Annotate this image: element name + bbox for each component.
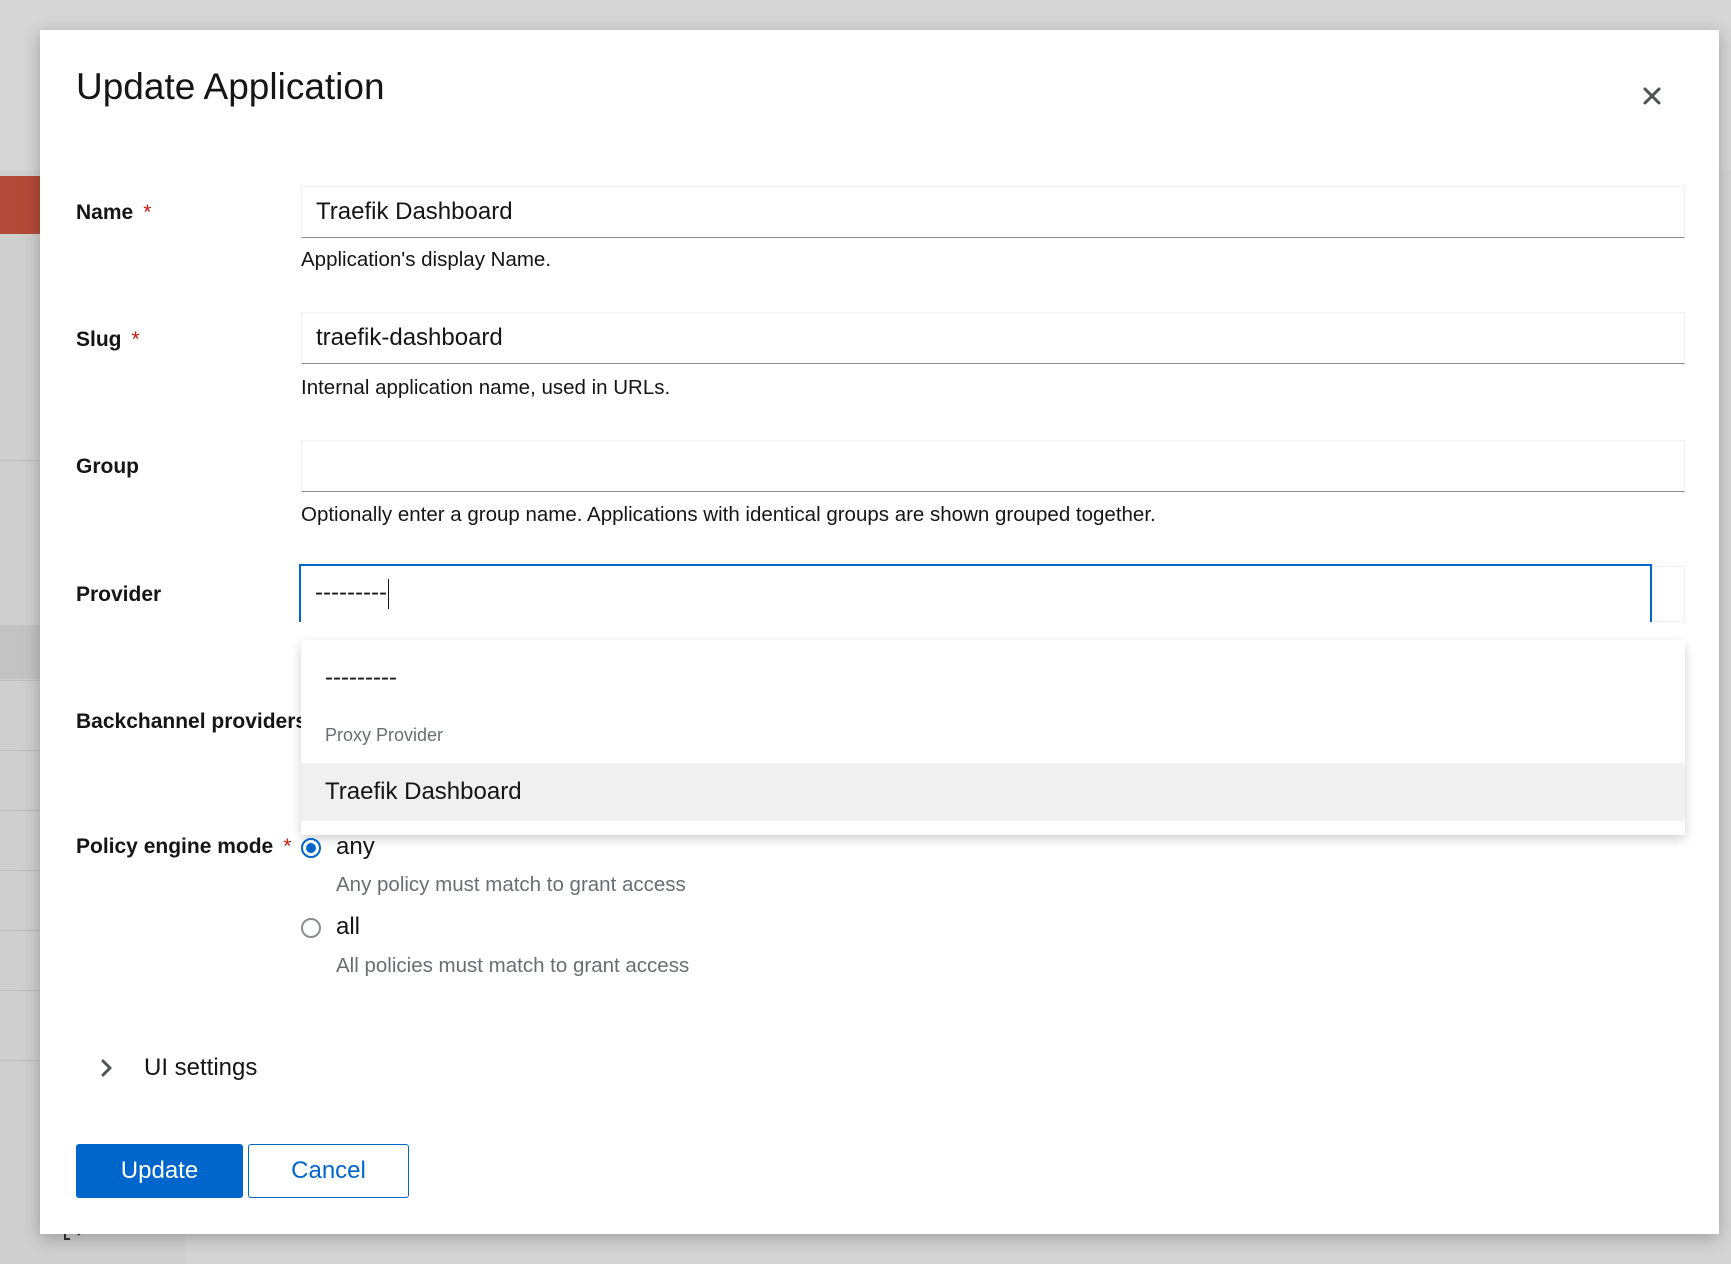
group-input[interactable]: [301, 440, 1685, 492]
policy-all-label[interactable]: all: [336, 913, 360, 941]
provider-group-label: Proxy Provider: [325, 725, 444, 745]
policy-all-description: All policies must match to grant access: [336, 954, 690, 977]
modal-title: Update Application: [76, 66, 385, 107]
cancel-button[interactable]: Cancel: [248, 1144, 409, 1198]
text-cursor: [387, 578, 390, 609]
provider-toggle-area[interactable]: [1652, 566, 1685, 622]
name-helper-text: Application's display Name.: [301, 248, 552, 271]
required-marker: *: [131, 328, 140, 351]
update-application-modal: Update Application Name * Traefik Dashboa…: [40, 30, 1719, 1234]
chevron-right-icon: [101, 1059, 112, 1077]
group-label: Group: [76, 455, 139, 478]
policy-any-label[interactable]: any: [336, 833, 375, 861]
close-button[interactable]: [1634, 78, 1670, 114]
policy-engine-mode-label: Policy engine mode *: [76, 835, 292, 858]
ui-settings-label: UI settings: [144, 1054, 258, 1081]
close-icon: [1643, 87, 1661, 105]
name-input[interactable]: Traefik Dashboard: [301, 186, 1685, 238]
provider-label: Provider: [76, 583, 162, 606]
name-label: Name *: [76, 201, 152, 224]
group-helper-text: Optionally enter a group name. Applicati…: [301, 503, 1156, 526]
required-marker: *: [283, 835, 292, 858]
slug-input[interactable]: traefik-dashboard: [301, 312, 1685, 364]
policy-any-description: Any policy must match to grant access: [336, 873, 686, 896]
update-button[interactable]: Update: [76, 1144, 243, 1198]
policy-any-radio[interactable]: [301, 838, 321, 858]
policy-all-radio[interactable]: [301, 918, 321, 938]
slug-label: Slug *: [76, 328, 140, 351]
provider-typeahead-input[interactable]: ---------: [299, 564, 1652, 622]
provider-option-empty[interactable]: ---------: [301, 654, 1685, 702]
ui-settings-expander[interactable]: UI settings: [100, 1054, 257, 1082]
provider-option-traefik-dashboard[interactable]: Traefik Dashboard: [301, 763, 1685, 821]
slug-helper-text: Internal application name, used in URLs.: [301, 376, 671, 399]
backchannel-providers-label: Backchannel providers: [76, 710, 308, 733]
provider-dropdown-menu: --------- Proxy Provider Traefik Dashboa…: [301, 640, 1685, 835]
required-marker: *: [143, 201, 152, 224]
